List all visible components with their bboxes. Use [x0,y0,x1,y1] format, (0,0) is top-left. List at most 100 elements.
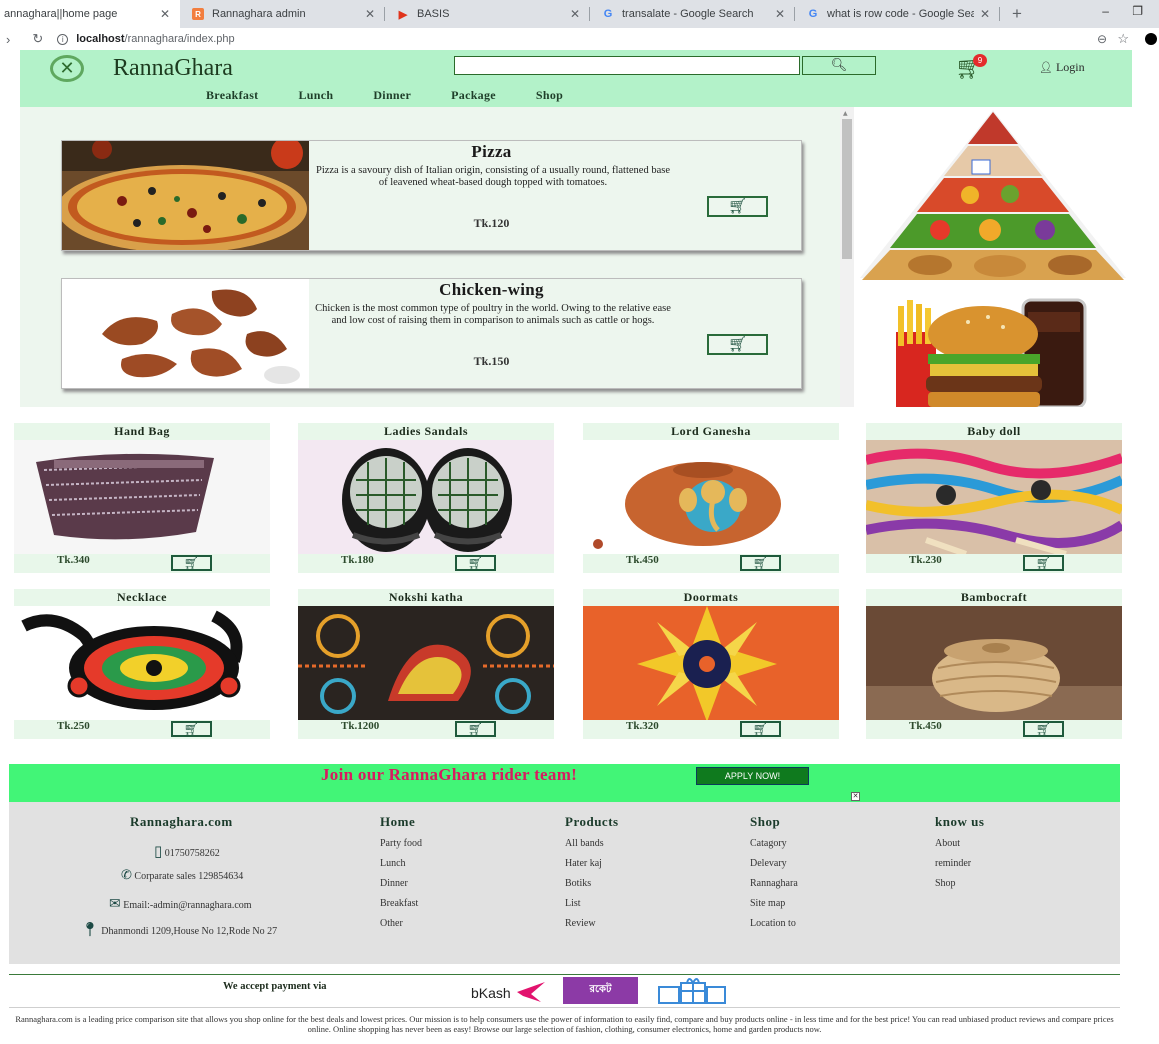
footer-brand: Rannaghara.com [130,814,233,829]
nav-package[interactable]: Package [451,88,496,103]
login-label: Login [1055,60,1085,74]
cart-icon: 🛒︎ [752,722,769,736]
doormats-image[interactable] [583,606,839,720]
browser-tab-admin[interactable]: R Rannaghara admin ✕ [180,0,385,28]
cart-button[interactable]: 🛒︎ 9 [955,54,987,82]
cart-icon: 🛒︎ [467,556,484,570]
browser-tab-basis[interactable]: ▶ BASIS ✕ [385,0,590,28]
footer-link[interactable]: List [565,898,619,918]
footer-link[interactable]: Botiks [565,878,619,898]
footer-link[interactable]: Hater kaj [565,858,619,878]
product-name[interactable]: Necklace [14,589,270,606]
add-to-cart-button[interactable]: 🛒︎ [455,721,496,737]
product-name[interactable]: Doormats [583,589,839,606]
star-icon[interactable]: ☆ [1117,31,1129,47]
product-name[interactable]: Baby doll [866,423,1122,440]
product-card-bambocraft: Bambocraft Tk.450 🛒︎ [866,589,1122,739]
minimize-icon[interactable]: – ❐ [1102,4,1153,18]
footer-link[interactable]: Dinner [380,878,422,898]
add-to-cart-button[interactable]: 🛒︎ [707,334,768,355]
hand-bag-image[interactable] [14,440,270,554]
logo-icon[interactable]: ✕ [50,55,84,82]
footer-link[interactable]: About [935,838,984,858]
tab-title: Rannaghara admin [212,8,306,20]
footer-link[interactable]: Rannaghara [750,878,798,898]
footer-link[interactable]: Lunch [380,858,422,878]
basis-icon: ▶ [398,8,408,21]
zoom-icon[interactable]: ⊖ [1097,32,1107,46]
add-to-cart-button[interactable]: 🛒︎ [740,721,781,737]
about-text: Rannaghara.com is a leading price compar… [15,1014,1114,1034]
search-button[interactable]: 🔍︎ [802,56,876,75]
site-name[interactable]: RannaGhara [113,55,233,82]
close-icon[interactable]: ✕ [365,7,375,21]
baby-doll-image[interactable] [866,440,1122,554]
product-price: Tk.340 [57,554,90,566]
nav-shop[interactable]: Shop [536,88,563,103]
bkash-logo: bKash [471,980,549,1004]
new-tab-icon[interactable]: + [1012,4,1022,24]
extension-icon[interactable] [1145,33,1157,45]
footer-link[interactable]: Catagory [750,838,798,858]
product-name[interactable]: Lord Ganesha [583,423,839,440]
nokshi-katha-image[interactable] [298,606,554,720]
close-icon[interactable]: ✕ [160,7,170,21]
footer-link[interactable]: Other [380,918,422,938]
email-address[interactable]: Email:-admin@rannaghara.com [123,900,251,911]
food-title: Chicken-wing [439,280,544,299]
scrollbar-thumb[interactable] [842,119,852,259]
bambocraft-image[interactable] [866,606,1122,720]
nav-breakfast[interactable]: Breakfast [206,88,258,103]
product-name[interactable]: Ladies Sandals [298,423,554,440]
reload-icon[interactable]: ↻ [32,31,43,47]
browser-tab-translate[interactable]: G transalate - Google Search ✕ [590,0,795,28]
footer-link[interactable]: Party food [380,838,422,858]
add-to-cart-button[interactable]: 🛒︎ [740,555,781,571]
scroll-up-icon[interactable]: ▲ [843,110,848,117]
tab-title: BASIS [417,8,450,20]
url-field[interactable]: localhost/rannaghara/index.php [76,33,234,45]
lord-ganesha-image[interactable] [583,440,839,554]
phone-ringing-icon: ✆ [121,868,132,883]
add-to-cart-button[interactable]: 🛒︎ [707,196,768,217]
browser-tab-rowcode[interactable]: G what is row code - Google Sear ✕ [795,0,1000,28]
necklace-image[interactable] [14,606,270,720]
footer-link[interactable]: Review [565,918,619,938]
close-icon[interactable]: ✕ [980,7,990,21]
add-to-cart-button[interactable]: 🛒︎ [171,555,212,571]
nav-dinner[interactable]: Dinner [373,88,411,103]
browser-tab-home[interactable]: annaghara||home page ✕ [0,0,180,28]
product-card-lord-ganesha: Lord Ganesha Tk.450 🛒︎ [583,423,839,573]
footer-link[interactable]: Site map [750,898,798,918]
food-panel-scrollbar[interactable]: ▲ [840,107,854,407]
apply-now-button[interactable]: APPLY NOW! [696,767,809,785]
footer-link[interactable]: Shop [935,878,984,898]
ladies-sandals-image[interactable] [298,440,554,554]
add-to-cart-button[interactable]: 🛒︎ [171,721,212,737]
forward-icon[interactable]: › [6,32,10,47]
footer-link[interactable]: Breakfast [380,898,422,918]
close-icon[interactable]: ✕ [851,792,860,801]
add-to-cart-button[interactable]: 🛒︎ [1023,555,1064,571]
product-name[interactable]: Hand Bag [14,423,270,440]
product-name[interactable]: Bambocraft [866,589,1122,606]
add-to-cart-button[interactable]: 🛒︎ [1023,721,1064,737]
footer-col-shop: Shop Catagory Delevary Rannaghara Site m… [750,814,798,938]
url-path: /rannaghara/index.php [124,33,235,45]
footer-link[interactable]: Location to [750,918,798,938]
rider-banner-text: Join our RannaGhara rider team! [321,765,578,784]
add-to-cart-button[interactable]: 🛒︎ [455,555,496,571]
envelope-icon: ✉ [109,896,121,912]
footer-link[interactable]: Delevary [750,858,798,878]
footer-link[interactable]: All bands [565,838,619,858]
search-input[interactable] [454,56,800,75]
login-link[interactable]: 👤︎ Login [1039,60,1085,75]
footer-link[interactable]: reminder [935,858,984,878]
featured-food-panel[interactable]: Pizza Pizza is a savoury dish of Italian… [20,107,840,407]
close-icon[interactable]: ✕ [570,7,580,21]
close-icon[interactable]: ✕ [775,7,785,21]
info-icon[interactable]: i [57,33,69,45]
product-name[interactable]: Nokshi katha [298,589,554,606]
product-price: Tk.450 [626,554,659,566]
nav-lunch[interactable]: Lunch [298,88,333,103]
